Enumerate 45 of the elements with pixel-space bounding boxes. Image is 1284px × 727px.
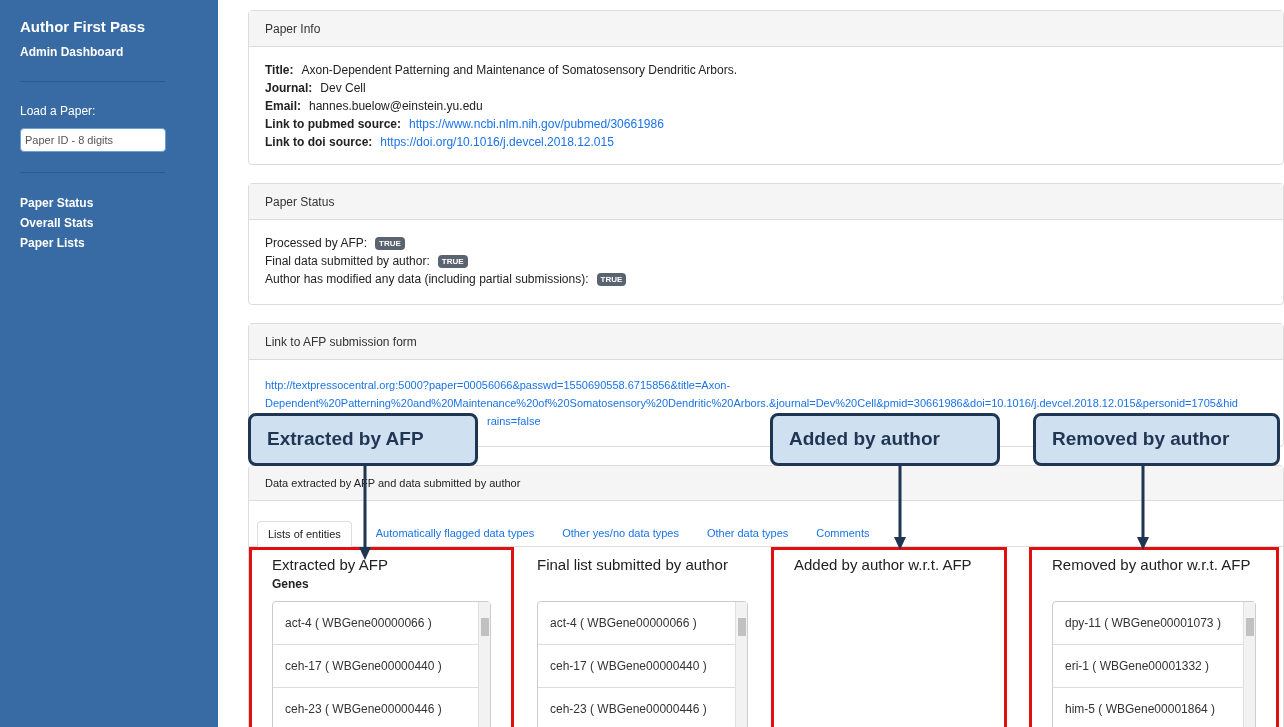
field-label: Journal: <box>265 80 313 97</box>
field-value: hannes.buelow@einstein.yu.edu <box>309 98 483 115</box>
card-header: Link to AFP submission form <box>249 324 1283 360</box>
column-title: Final list submitted by author <box>537 555 729 575</box>
tab[interactable]: Lists of entities <box>257 521 352 547</box>
status-badge: TRUE <box>375 236 405 250</box>
status-badge: TRUE <box>596 272 627 286</box>
submission-link[interactable]: rains=false <box>487 415 541 427</box>
column-title: Removed by author w.r.t. AFP <box>1052 555 1252 575</box>
source-link[interactable]: https://www.ncbi.nlm.nih.gov/pubmed/30661986 <box>409 115 664 133</box>
nav-link[interactable]: Paper Status <box>20 192 198 213</box>
tab[interactable]: Other yes/no data types <box>558 520 683 546</box>
card-header: Paper Status <box>249 184 1283 220</box>
field-label: Email: <box>265 98 301 115</box>
callout: Added by author <box>770 413 1000 466</box>
card-header: Paper Info <box>249 11 1283 47</box>
field-value: Dev Cell <box>320 80 366 97</box>
field-label: Link to doi source: <box>265 134 373 151</box>
source-link[interactable]: https://doi.org/10.1016/j.devcel.2018.12.015 <box>380 133 614 151</box>
status-label: Final data submitted by author: <box>265 253 430 270</box>
field-value: Axon-Dependent Patterning and Maintenance of Somatosensory Dendritic Arbors. <box>301 62 738 79</box>
status-label: Processed by AFP: <box>265 235 368 252</box>
callout: Extracted by AFP <box>248 413 478 466</box>
scrollbar[interactable] <box>478 602 490 727</box>
field-label: Link to pubmed source: <box>265 116 401 133</box>
callout: Removed by author <box>1033 413 1280 466</box>
tab[interactable]: Other data types <box>702 520 793 546</box>
field-label: Title: <box>265 62 294 79</box>
status-label: Author has modified any data (including partial submissions): <box>265 271 589 288</box>
app-subtitle: Admin Dashboard <box>20 43 125 61</box>
scrollbar[interactable] <box>1243 602 1255 727</box>
nav-link[interactable]: Paper Lists <box>20 232 198 253</box>
tab[interactable]: Comments <box>812 520 874 546</box>
submission-link[interactable]: Dependent%20Patterning%20and%20Maintenance%20of%20Somatosensory%20Dendritic%20Arbors.&journal=Dev%20Cell&pmid=30661986&doi=10.1016/j.devcel.2018.12.015&personid=1705&hid <box>265 397 1238 409</box>
load-label: Load a Paper: <box>20 102 97 120</box>
scrollbar[interactable] <box>735 602 747 727</box>
paper-id-field[interactable]: Paper ID - 8 digits <box>20 127 166 152</box>
status-badge: TRUE <box>437 254 468 268</box>
column-title: Added by author w.r.t. AFP <box>794 555 973 575</box>
app-title: Author First Pass <box>20 17 147 37</box>
tab[interactable]: Automatically flagged data types <box>371 520 539 546</box>
column-title: Extracted by AFP <box>272 555 389 575</box>
nav-link[interactable]: Overall Stats <box>20 212 198 233</box>
submission-link[interactable]: http://textpressocentral.org:5000?paper=00056066&passwd=1550690558.6715856&title=Axon- <box>265 379 731 391</box>
column-subtitle: Genes <box>272 576 310 593</box>
